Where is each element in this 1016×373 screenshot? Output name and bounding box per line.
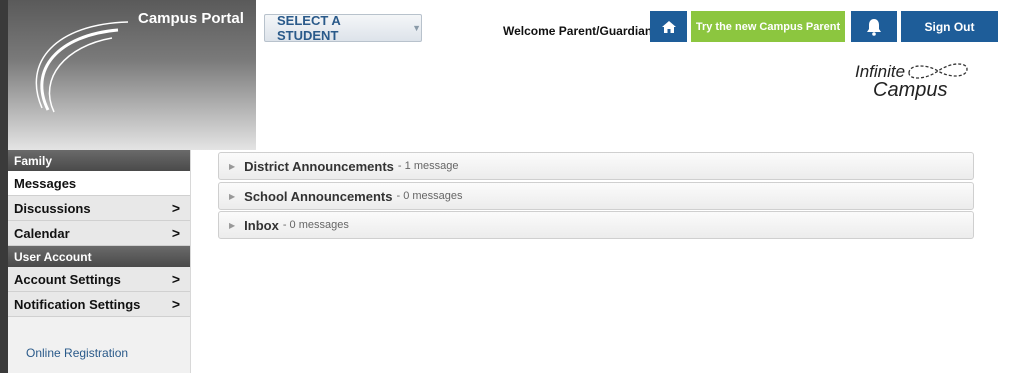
welcome-text: Welcome Parent/Guardian bbox=[503, 24, 653, 38]
chevron-down-icon: ▼ bbox=[412, 23, 421, 33]
panel-title: School Announcements bbox=[244, 188, 393, 204]
sidebar-item-notification-settings[interactable]: Notification Settings > bbox=[8, 292, 190, 317]
sidebar: Family Messages Discussions > Calendar >… bbox=[8, 150, 191, 373]
expand-triangle-icon: ▶ bbox=[229, 220, 236, 230]
try-new-campus-parent-button[interactable]: Try the new Campus Parent bbox=[691, 11, 845, 42]
logo-word-campus: Campus bbox=[873, 79, 948, 101]
notifications-button[interactable] bbox=[851, 11, 897, 42]
sidebar-item-label: Calendar bbox=[14, 225, 70, 241]
panel-title: Inbox bbox=[244, 217, 279, 233]
sidebar-item-label: Messages bbox=[14, 175, 77, 191]
online-registration-link[interactable]: Online Registration bbox=[26, 346, 128, 360]
sign-out-button[interactable]: Sign Out bbox=[901, 11, 998, 42]
sidebar-item-account-settings[interactable]: Account Settings > bbox=[8, 267, 190, 292]
sidebar-item-label: Notification Settings bbox=[14, 296, 141, 312]
sidebar-item-messages[interactable]: Messages bbox=[8, 171, 190, 196]
portal-title: Campus Portal bbox=[138, 10, 244, 27]
home-icon bbox=[661, 20, 676, 33]
select-student-label: SELECT A STUDENT bbox=[277, 13, 341, 43]
chevron-right-icon: > bbox=[171, 200, 180, 216]
home-button[interactable] bbox=[650, 11, 687, 42]
panel-title: District Announcements bbox=[244, 158, 394, 174]
chevron-right-icon: > bbox=[171, 225, 180, 241]
sidebar-item-label: Discussions bbox=[14, 200, 91, 216]
chevron-right-icon: > bbox=[171, 271, 180, 287]
portal-header-block: Campus Portal bbox=[8, 0, 256, 150]
panel-count: - 1 message bbox=[397, 160, 459, 172]
infinity-loop-icon bbox=[908, 63, 968, 79]
sidebar-section-user-account: User Account bbox=[8, 246, 190, 267]
chevron-right-icon: > bbox=[171, 296, 180, 312]
sidebar-item-calendar[interactable]: Calendar > bbox=[8, 221, 190, 246]
select-student-dropdown[interactable]: SELECT A STUDENT ▼ bbox=[264, 13, 422, 43]
panel-count: - 0 messages bbox=[396, 190, 463, 202]
sidebar-section-family: Family bbox=[8, 150, 190, 171]
school-announcements-panel[interactable]: ▶ School Announcements - 0 messages bbox=[218, 182, 974, 210]
expand-triangle-icon: ▶ bbox=[229, 161, 236, 171]
sidebar-item-label: Account Settings bbox=[14, 271, 121, 287]
infinite-campus-logo: Infinite Campus bbox=[855, 62, 975, 104]
panel-count: - 0 messages bbox=[282, 219, 349, 231]
left-edge-strip bbox=[0, 0, 8, 373]
expand-triangle-icon: ▶ bbox=[229, 191, 236, 201]
sidebar-item-discussions[interactable]: Discussions > bbox=[8, 196, 190, 221]
inbox-panel[interactable]: ▶ Inbox - 0 messages bbox=[218, 211, 974, 239]
bell-icon bbox=[867, 18, 881, 36]
district-announcements-panel[interactable]: ▶ District Announcements - 1 message bbox=[218, 152, 974, 180]
